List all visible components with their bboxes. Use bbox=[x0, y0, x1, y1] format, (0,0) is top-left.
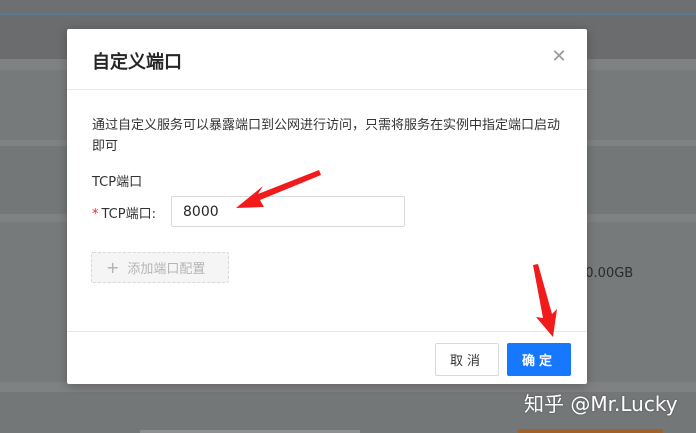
required-mark: * bbox=[92, 207, 99, 222]
custom-port-dialog: 自定义端口 ✕ 通过自定义服务可以暴露端口到公网进行访问，只需将服务在实例中指定… bbox=[67, 29, 587, 384]
tcp-port-label-text: TCP端口: bbox=[101, 207, 156, 222]
close-icon[interactable]: ✕ bbox=[549, 47, 569, 67]
background-orange-button bbox=[518, 429, 663, 433]
dialog-title: 自定义端口 bbox=[92, 52, 182, 73]
cancel-button[interactable]: 取消 bbox=[435, 343, 499, 376]
add-port-config-label: 添加端口配置 bbox=[127, 262, 206, 277]
add-port-config-button[interactable]: + 添加端口配置 bbox=[91, 252, 229, 283]
tcp-port-label: * TCP端口: bbox=[92, 203, 156, 222]
dialog-footer: 取消 确定 bbox=[67, 331, 587, 384]
plus-icon: + bbox=[106, 257, 120, 277]
confirm-button[interactable]: 确定 bbox=[507, 343, 571, 376]
zhihu-watermark: 知乎 @Mr.Lucky bbox=[524, 392, 678, 416]
dialog-description: 通过自定义服务可以暴露端口到公网进行访问，只需将服务在实例中指定端口启动即可 bbox=[92, 118, 561, 154]
tcp-port-input[interactable] bbox=[171, 196, 405, 227]
section-label-tcp: TCP端口 bbox=[92, 175, 143, 190]
dialog-header: 自定义端口 ✕ bbox=[67, 29, 587, 90]
background-topbar bbox=[0, 0, 696, 14]
